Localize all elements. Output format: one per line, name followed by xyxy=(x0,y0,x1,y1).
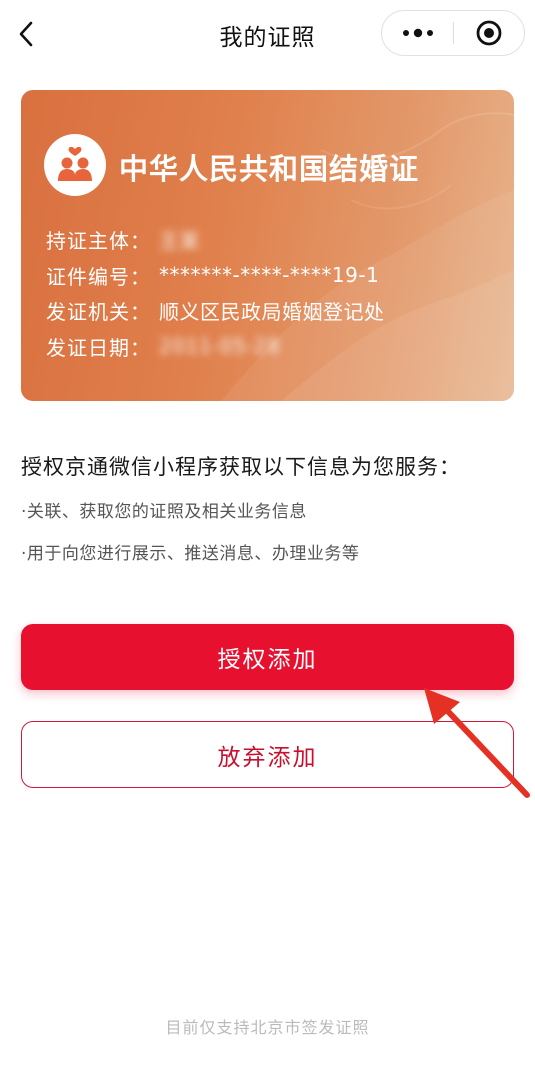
close-miniprogram-button[interactable] xyxy=(454,11,524,55)
card-row-date: 发证日期： 2011-05-28 xyxy=(46,331,280,361)
miniprogram-capsule xyxy=(381,10,525,56)
issuer-value: 顺义区民政局婚姻登记处 xyxy=(159,299,385,324)
authorization-item: ·关联、获取您的证照及相关业务信息 xyxy=(21,502,307,522)
date-label: 发证日期： xyxy=(46,335,151,360)
holder-value: 王某 xyxy=(159,228,200,253)
card-row-issuer: 发证机关： 顺义区民政局婚姻登记处 xyxy=(46,295,385,325)
certificate-avatar xyxy=(44,134,106,196)
holder-label: 持证主体： xyxy=(46,228,151,253)
date-value: 2011-05-28 xyxy=(159,334,281,358)
card-row-number: 证件编号： *******-****-****19-1 xyxy=(46,260,379,290)
issuer-label: 发证机关： xyxy=(46,299,151,324)
navbar: 我的证照 xyxy=(0,0,535,70)
authorization-title: 授权京通微信小程序获取以下信息为您服务： xyxy=(21,455,461,479)
page: 我的证照 中华人民共和国结婚证 持证主体： 王某 证件编号： *******-*… xyxy=(0,0,535,1071)
footer-note: 目前仅支持北京市签发证照 xyxy=(165,1018,370,1037)
authorization-item: ·用于向您进行展示、推送消息、办理业务等 xyxy=(21,544,360,564)
target-circle-icon xyxy=(476,20,502,46)
certificate-title: 中华人民共和国结婚证 xyxy=(119,152,420,186)
red-arrow-pointer-icon xyxy=(424,688,530,798)
couple-heart-icon xyxy=(58,146,92,181)
number-label: 证件编号： xyxy=(46,264,151,289)
more-dots-icon xyxy=(403,28,433,38)
number-value: *******-****-****19-1 xyxy=(159,263,380,287)
card-row-holder: 持证主体： 王某 xyxy=(46,224,200,254)
more-button[interactable] xyxy=(382,11,454,55)
marriage-certificate-card[interactable]: 中华人民共和国结婚证 持证主体： 王某 证件编号： *******-****-*… xyxy=(21,90,514,401)
